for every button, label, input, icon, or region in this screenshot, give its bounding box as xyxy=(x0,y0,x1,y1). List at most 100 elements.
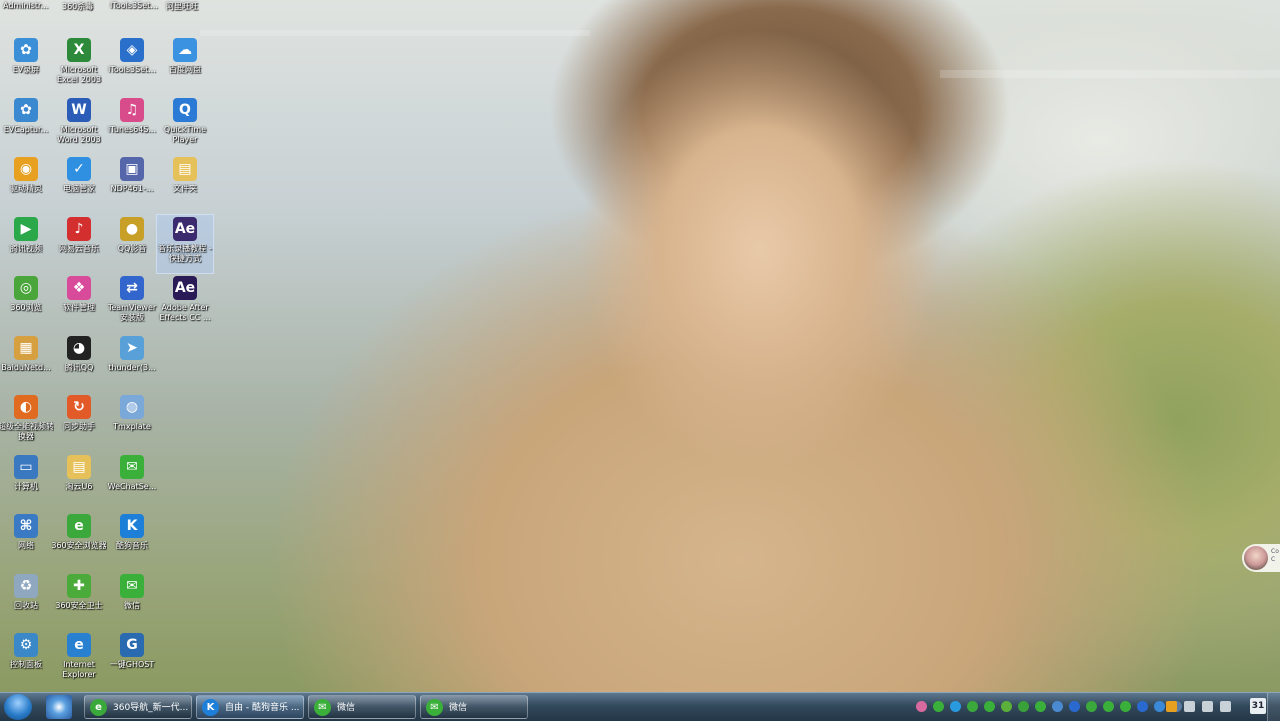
desktop-icon[interactable]: ⚙ 控制面板 xyxy=(0,631,54,689)
thunder-icon: ➤ xyxy=(120,335,144,360)
volume-icon[interactable] xyxy=(1220,701,1231,712)
desktop-icon-label: 一键GHOST xyxy=(109,660,155,669)
desktop-top-label[interactable]: 360杀毒 xyxy=(62,1,93,12)
desktop-icon[interactable]: ◎ 360浏览 xyxy=(0,274,54,332)
tray-chat-icon[interactable] xyxy=(1035,701,1046,712)
desktop-icon[interactable]: e Internet Explorer xyxy=(51,631,107,689)
tray-green2-icon[interactable] xyxy=(1018,701,1029,712)
ev-capture-icon: ✿ xyxy=(14,97,38,122)
tray-green3-icon[interactable] xyxy=(1086,701,1097,712)
tray-ring-icon[interactable] xyxy=(1052,701,1063,712)
teamviewer-icon: ⇄ xyxy=(120,276,144,300)
desktop-icon[interactable]: ◈ iTools3Set... xyxy=(104,36,160,94)
tray-x-icon[interactable] xyxy=(1137,701,1148,712)
taskbar-button[interactable]: e 360导航_新一代... xyxy=(84,695,192,719)
desktop-icon[interactable]: ▣ NDP461-... xyxy=(104,155,160,213)
desktop-icon-label: 计算机 xyxy=(14,481,38,491)
tray-blue-icon[interactable] xyxy=(1069,701,1080,712)
desktop-icon[interactable]: ♻ 回收站 xyxy=(0,572,54,630)
desktop-icon[interactable]: ↻ 同步助手 xyxy=(51,393,107,451)
tray-wechat2-icon[interactable] xyxy=(984,701,995,712)
desktop-icon[interactable]: Ae Adobe After Effects CC ... xyxy=(157,274,213,332)
software-manager-icon: ❖ xyxy=(67,276,91,300)
desktop-top-label[interactable]: ITools3Set... xyxy=(110,1,158,10)
side-widget-line: C xyxy=(1271,556,1276,563)
desktop-icon[interactable]: Ae 音乐录播教程 - 快捷方式 xyxy=(156,213,214,274)
display-icon[interactable] xyxy=(1184,701,1195,712)
computer-icon: ▭ xyxy=(14,454,38,479)
desktop-icon-label: TeamViewer 安装版 xyxy=(107,303,157,322)
desktop-icon[interactable]: ◕ 腾讯QQ xyxy=(51,334,107,392)
tray-shield-icon[interactable] xyxy=(1154,701,1165,712)
desktop-icon[interactable]: Q QuickTime Player xyxy=(157,96,213,154)
desktop-icon[interactable]: e 360安全浏览器 xyxy=(51,512,107,570)
desktop-top-label[interactable]: Administr... xyxy=(3,1,48,10)
qq-icon: ◕ xyxy=(67,335,91,360)
desktop-icon[interactable]: ♫ iTunes64S... xyxy=(104,96,160,154)
desktop-icon-label: 腾讯视频 xyxy=(10,243,42,253)
desktop-icon[interactable]: ✿ EVCaptur... xyxy=(0,96,54,154)
ev-recorder-icon: ✿ xyxy=(14,38,38,62)
side-widget-text: Co C xyxy=(1271,548,1279,564)
desktop-icon[interactable]: ▤ 文件夹 xyxy=(157,155,213,213)
taskbar-button[interactable]: ✉ 微信 xyxy=(308,695,416,719)
360-browser-icon: e xyxy=(90,699,107,716)
control-panel-icon: ⚙ xyxy=(14,633,38,657)
360-safe-browser-icon: e xyxy=(67,514,91,538)
taskbar-button-label: 微信 xyxy=(337,703,356,713)
tray-360-icon[interactable] xyxy=(967,701,978,712)
360-safe-guard-icon: ✚ xyxy=(67,573,91,598)
desktop-icon[interactable]: ✉ WeChatSe... xyxy=(104,453,160,511)
desktop-icon[interactable]: ✿ EV录屏 xyxy=(0,36,54,94)
video-converter-icon: ◐ xyxy=(14,395,38,419)
desktop-icon-label: 百度网盘 xyxy=(169,65,201,74)
wechat-setup-icon: ✉ xyxy=(120,454,144,479)
desktop-icon-label: 360浏览 xyxy=(10,303,42,312)
desktop-icon[interactable]: G 一键GHOST xyxy=(104,631,160,689)
show-desktop-button[interactable] xyxy=(1267,693,1280,721)
desktop-icon[interactable]: ▤ 淘云U6 xyxy=(51,453,107,511)
desktop-icon[interactable]: ⇄ TeamViewer 安装版 xyxy=(104,274,160,332)
desktop-icon[interactable]: K 酷狗音乐 xyxy=(104,512,160,570)
tray-wechat3-icon[interactable] xyxy=(1120,701,1131,712)
desktop-icon[interactable]: ● QQ影音 xyxy=(104,215,160,273)
taskbar-button[interactable]: ✉ 微信 xyxy=(420,695,528,719)
desktop-icon[interactable]: ➤ thunder(3... xyxy=(104,334,160,392)
tray-flower-icon[interactable] xyxy=(916,701,927,712)
network-tray-icon[interactable] xyxy=(1202,701,1213,712)
tray-qq-icon[interactable] xyxy=(950,701,961,712)
desktop-icon[interactable]: W Microsoft Word 2003 xyxy=(51,96,107,154)
desktop-icon[interactable]: ◉ 驱动精灵 xyxy=(0,155,54,213)
desktop-icon[interactable]: ⌘ 网络 xyxy=(0,512,54,570)
tray-wechat-icon[interactable] xyxy=(933,701,944,712)
desktop-icon-label: 音乐录播教程 - 快捷方式 xyxy=(158,243,212,263)
desktop-icon[interactable]: ▭ 计算机 xyxy=(0,453,54,511)
tray-green-icon[interactable] xyxy=(1001,701,1012,712)
desktop-icon[interactable]: X Microsoft Excel 2003 xyxy=(51,36,107,94)
desktop-top-label[interactable]: 阿里旺旺 xyxy=(166,1,198,12)
desktop-icon-label: 回收站 xyxy=(14,600,38,610)
windows-explorer-icon[interactable] xyxy=(46,695,72,719)
start-button[interactable] xyxy=(4,694,32,720)
desktop-icon[interactable]: ▦ BaiduNetd... xyxy=(0,334,54,392)
desktop-icon[interactable]: ✉ 微信 xyxy=(104,572,160,630)
desktop-icon[interactable]: ❖ 软件管理 xyxy=(51,274,107,332)
desktop-icon-label: Microsoft Word 2003 xyxy=(57,124,101,144)
desktop-icon[interactable]: ✓ 电脑管家 xyxy=(51,155,107,213)
calendar-icon[interactable]: 31 xyxy=(1250,698,1266,714)
taskbar-button[interactable]: K 自由 - 酷狗音乐 ... xyxy=(196,695,304,719)
side-chat-widget[interactable]: Co C xyxy=(1242,544,1280,572)
qq-tray-icon[interactable] xyxy=(1166,701,1177,712)
after-effects-shortcut-icon: Ae xyxy=(173,216,197,241)
kugou-icon: K xyxy=(120,514,144,538)
desktop-icon[interactable]: ◐ 超级全能视频转换器 xyxy=(0,393,54,451)
desktop-icon[interactable]: ▶ 腾讯视频 xyxy=(0,215,54,273)
desktop-icon[interactable]: ♪ 网易云音乐 xyxy=(51,215,107,273)
desktop-icon[interactable]: ☁ 百度网盘 xyxy=(157,36,213,94)
after-effects-icon: Ae xyxy=(173,276,197,300)
desktop-icon[interactable]: ✚ 360安全卫士 xyxy=(51,572,107,630)
desktop-icon[interactable]: ◍ Tmxplate xyxy=(104,393,160,451)
tray-cloud-icon[interactable] xyxy=(1103,701,1114,712)
taskbar: e 360导航_新一代... K 自由 - 酷狗音乐 ... ✉ 微信 ✉ 微信 31 xyxy=(0,692,1280,721)
avatar[interactable] xyxy=(1244,546,1268,570)
